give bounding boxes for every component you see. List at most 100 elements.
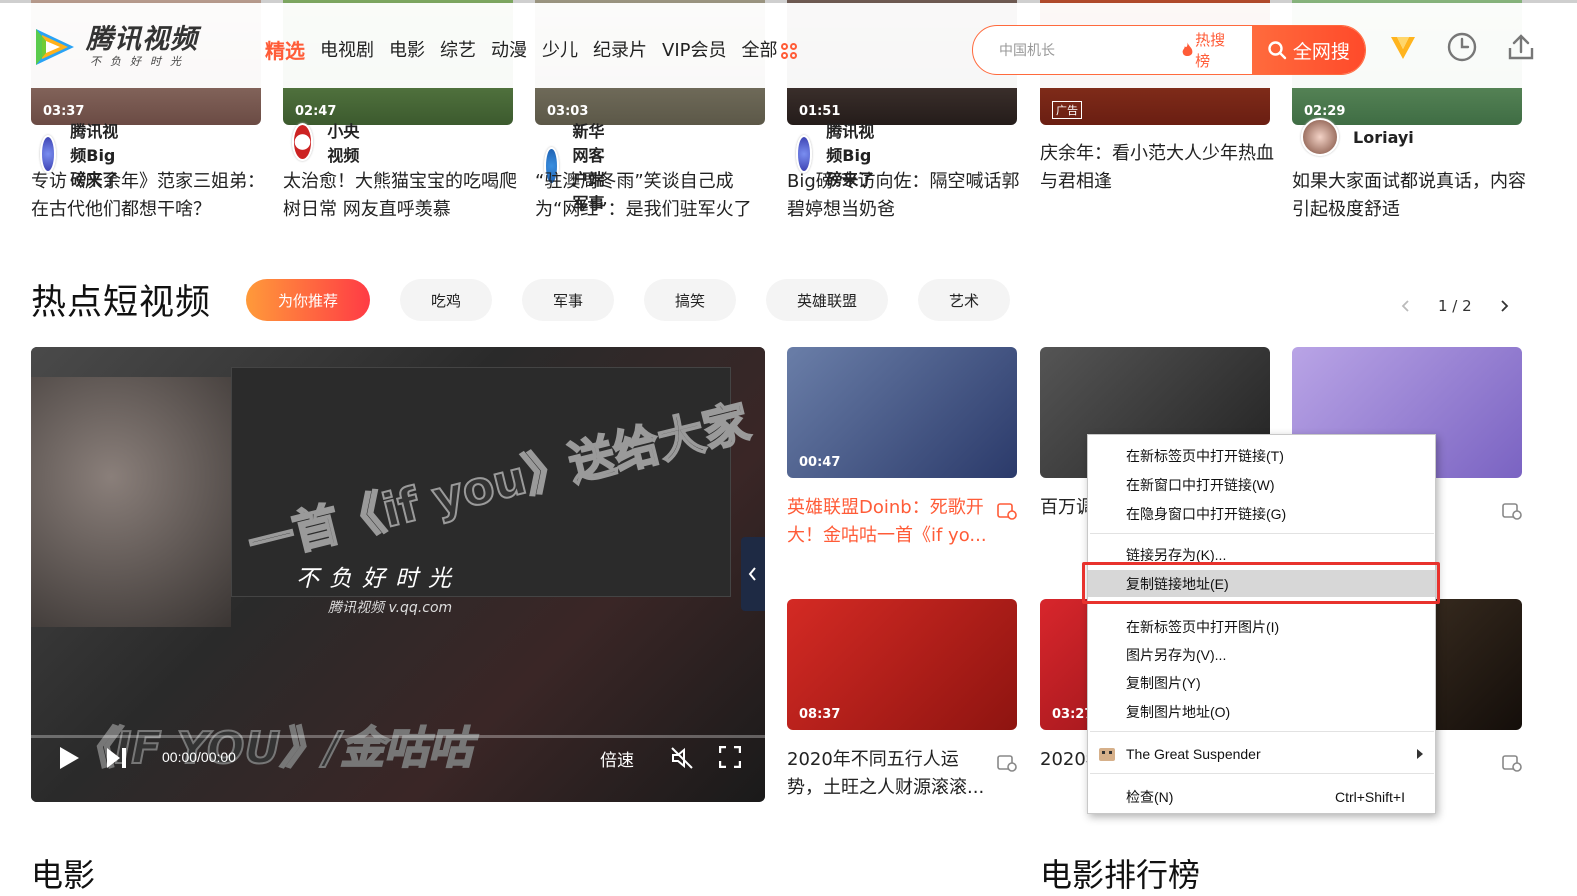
next-icon[interactable] (106, 747, 128, 769)
video-duration: 08:37 (799, 707, 841, 722)
nav-item-kids[interactable]: 少儿 (542, 39, 578, 63)
chevron-right-icon[interactable] (1498, 299, 1510, 313)
nav-item-featured[interactable]: 精选 (265, 39, 305, 63)
menu-open-image-new-tab[interactable]: 在新标签页中打开图片(I) (1088, 613, 1435, 640)
site-header: 腾讯视频 不负好时光 精选 电视剧 电影 综艺 动漫 少儿 纪录片 VIP会员 … (0, 3, 1577, 88)
video-duration: 02:47 (295, 104, 337, 119)
menu-open-link-incognito[interactable]: 在隐身窗口中打开链接(G) (1088, 500, 1435, 527)
tab-pubg[interactable]: 吃鸡 (400, 279, 492, 321)
menu-separator (1090, 731, 1434, 732)
speed-button[interactable]: 倍速 (600, 746, 634, 771)
menu-open-link-new-tab[interactable]: 在新标签页中打开链接(T) (1088, 442, 1435, 469)
video-frame-person (31, 377, 231, 627)
tab-art[interactable]: 艺术 (918, 279, 1010, 321)
nav-item-documentary[interactable]: 纪录片 (593, 39, 647, 63)
mute-icon[interactable] (670, 746, 694, 770)
video-title[interactable]: 太治愈！大熊猫宝宝的吃喝爬树日常 网友直呼羡慕 (283, 168, 523, 224)
avatar[interactable] (292, 123, 314, 161)
nav-item-tv[interactable]: 电视剧 (320, 39, 374, 63)
menu-save-image-as[interactable]: 图片另存为(V)... (1088, 641, 1435, 668)
uploader-name[interactable]: 小央视频 (327, 118, 360, 166)
upload-icon[interactable] (1505, 31, 1537, 63)
video-player[interactable]: 一首《if you》送给大家 不负好时光 腾讯视频 v.qq.com 《IF Y… (31, 347, 765, 802)
nav-item-vip[interactable]: VIP会员 (662, 39, 726, 63)
menu-great-suspender[interactable]: The Great Suspender (1088, 740, 1435, 767)
avatar[interactable] (1301, 118, 1339, 156)
tab-lol[interactable]: 英雄联盟 (766, 279, 888, 321)
video-title[interactable]: “驻澳周冬雨”笑谈自己成为“网红”：是我们驻军火了 (535, 168, 775, 224)
grid-dots-icon[interactable] (781, 43, 798, 59)
video-thumbnail[interactable]: 00:47 (787, 347, 1017, 478)
player-collapse-button[interactable] (741, 537, 765, 611)
search-all-label: 全网搜 (1292, 40, 1350, 63)
tab-recommended[interactable]: 为你推荐 (246, 279, 370, 321)
menu-open-link-new-window[interactable]: 在新窗口中打开链接(W) (1088, 471, 1435, 498)
section-title-hot-videos: 热点短视频 (31, 283, 212, 323)
nav-item-anime[interactable]: 动漫 (491, 39, 527, 63)
uploader-name[interactable]: Loriayi (1353, 128, 1414, 147)
video-title[interactable]: 专访《庆余年》范家三姐弟：在古代他们都想干啥？ (31, 168, 271, 224)
menu-copy-image-address[interactable]: 复制图片地址(O) (1088, 698, 1435, 725)
page-indicator: 1 / 2 (1438, 297, 1472, 315)
highlight-box (1082, 562, 1440, 604)
hot-video-tabs: 为你推荐 吃鸡 军事 搞笑 英雄联盟 艺术 (246, 279, 1040, 321)
video-duration: 03:37 (43, 104, 85, 119)
section-title-movies: 电影 (31, 856, 96, 894)
submenu-arrow-icon (1417, 749, 1423, 759)
search-all-button[interactable]: 全网搜 (1251, 26, 1365, 74)
chevron-left-icon[interactable] (1400, 299, 1412, 313)
add-to-list-icon[interactable] (1502, 754, 1522, 772)
video-watermark-slogan: 不负好时光 (296, 566, 461, 592)
video-card[interactable]: 08:37 2020年不同五行人运势，土旺之人财源滚滚... (787, 599, 1017, 802)
player-controls: 00:00/00:00 倍速 (31, 732, 765, 802)
section-pager: 1 / 2 (1400, 297, 1510, 315)
add-to-list-icon[interactable] (997, 502, 1017, 520)
video-duration: 00:47 (799, 455, 841, 470)
history-clock-icon[interactable] (1446, 31, 1478, 63)
play-icon[interactable] (58, 746, 80, 770)
menu-separator (1090, 773, 1434, 774)
video-thumbnail[interactable]: 08:37 (787, 599, 1017, 730)
chevron-left-icon (748, 567, 756, 581)
video-title[interactable]: 英雄联盟Doinb：死歌开大！金咕咕一首《if yo... (787, 494, 992, 550)
hot-search-link[interactable]: 热搜榜 (1180, 26, 1252, 74)
search-box: 热搜榜 全网搜 (972, 25, 1366, 75)
video-duration: 02:29 (1304, 104, 1346, 119)
video-title[interactable]: Big磅·专访向佐：隔空喊话郭碧婷想当奶爸 (787, 168, 1027, 224)
ad-badge: 广告 (1052, 101, 1082, 119)
video-title[interactable]: 庆余年：看小范大人少年热血与君相逢 (1040, 140, 1280, 196)
search-icon (1268, 41, 1287, 60)
vip-diamond-icon[interactable] (1387, 31, 1419, 63)
add-to-list-icon[interactable] (1502, 502, 1522, 520)
nav-item-all[interactable]: 全部 (741, 39, 777, 63)
video-duration: 03:03 (547, 104, 589, 119)
tab-military[interactable]: 军事 (522, 279, 614, 321)
menu-separator (1090, 533, 1434, 534)
menu-great-suspender-label: The Great Suspender (1126, 745, 1261, 762)
hot-search-label: 热搜榜 (1195, 31, 1226, 70)
menu-inspect-shortcut: Ctrl+Shift+I (1334, 788, 1405, 805)
menu-inspect[interactable]: 检查(N) Ctrl+Shift+I (1088, 783, 1435, 810)
logo-name: 腾讯视频 (86, 24, 198, 55)
add-to-list-icon[interactable] (997, 754, 1017, 772)
menu-copy-image[interactable]: 复制图片(Y) (1088, 669, 1435, 696)
uploader-row[interactable]: 小央视频 (292, 118, 360, 166)
tencent-video-logo-icon (32, 25, 78, 69)
context-menu: 在新标签页中打开链接(T) 在新窗口中打开链接(W) 在隐身窗口中打开链接(G)… (1087, 434, 1436, 814)
search-input[interactable] (973, 26, 1180, 74)
uploader-row[interactable]: Loriayi (1301, 118, 1414, 156)
video-title[interactable]: 2020年不同五行人运势，土旺之人财源滚滚... (787, 746, 992, 802)
fullscreen-icon[interactable] (719, 746, 741, 768)
nav-item-variety[interactable]: 综艺 (440, 39, 476, 63)
video-title[interactable]: 如果大家面试都说真话，内容引起极度舒适 (1292, 168, 1532, 224)
time-display: 00:00/00:00 (162, 749, 236, 765)
tab-funny[interactable]: 搞笑 (644, 279, 736, 321)
site-logo[interactable]: 腾讯视频 不负好时光 (32, 25, 198, 69)
video-card[interactable]: 00:47 英雄联盟Doinb：死歌开大！金咕咕一首《if yo... (787, 347, 1017, 550)
extension-icon (1099, 748, 1115, 761)
flame-icon (1182, 42, 1193, 57)
menu-inspect-label: 检查(N) (1126, 788, 1174, 805)
nav-item-movie[interactable]: 电影 (389, 39, 425, 63)
main-nav: 精选 电视剧 电影 综艺 动漫 少儿 纪录片 VIP会员 全部 (265, 39, 798, 63)
video-watermark-site: 腾讯视频 v.qq.com (328, 600, 453, 616)
